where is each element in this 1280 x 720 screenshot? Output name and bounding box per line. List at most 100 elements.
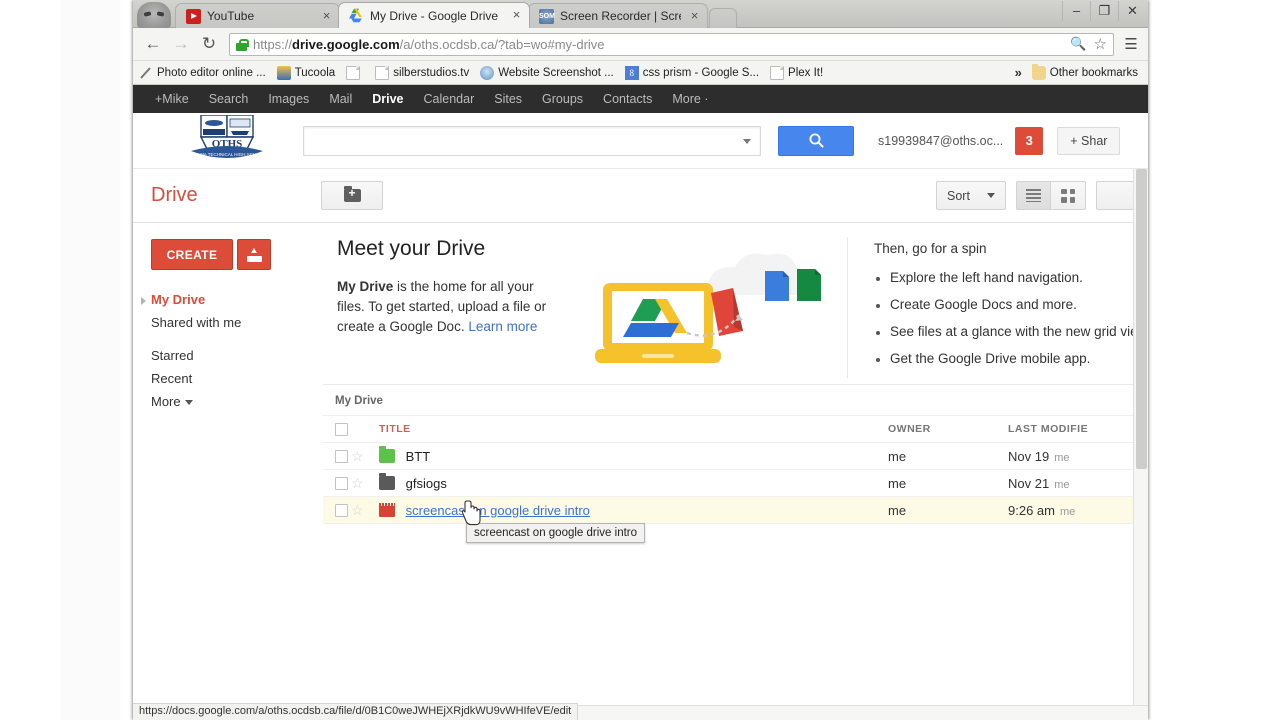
account-email[interactable]: s19939847@oths.oc...: [878, 134, 1003, 148]
star-icon[interactable]: ☆: [351, 475, 364, 491]
google-services-bar: +Mike Search Images Mail Drive Calendar …: [133, 85, 1148, 113]
close-icon[interactable]: ×: [320, 9, 333, 23]
bookmark-tucoola[interactable]: Tucoola: [276, 65, 335, 80]
sidebar-item-starred[interactable]: Starred: [151, 344, 323, 367]
create-button[interactable]: CREATE: [151, 239, 233, 270]
url-domain: drive.google.com: [292, 36, 400, 52]
settings-button[interactable]: [1096, 181, 1136, 210]
row-checkbox[interactable]: [335, 449, 348, 463]
gbar-item-more[interactable]: More ·: [672, 92, 708, 106]
drive-main-column: Meet your Drive My Drive is the home for…: [323, 223, 1148, 720]
page-scrollbar[interactable]: [1133, 169, 1148, 720]
gbar-item-sites[interactable]: Sites: [494, 92, 522, 106]
maximize-button[interactable]: ❐: [1090, 1, 1118, 21]
search-button[interactable]: [778, 125, 854, 156]
back-button[interactable]: ←: [139, 34, 167, 54]
browser-tab-my-drive[interactable]: My Drive - Google Drive ×: [338, 2, 530, 28]
bookmark-unnamed[interactable]: [346, 65, 364, 80]
share-button[interactable]: + Shar: [1057, 126, 1121, 155]
reload-button[interactable]: ↻: [195, 34, 223, 54]
star-icon[interactable]: ☆: [351, 448, 364, 464]
sidebar-divider-gap: [151, 334, 323, 344]
browser-tab-screen-recorder[interactable]: SOM Screen Recorder | Screenc ×: [528, 3, 708, 28]
file-name[interactable]: screencast on google drive intro: [406, 503, 590, 518]
youtube-icon: [186, 8, 201, 24]
bookmark-website-screenshot[interactable]: Website Screenshot ...: [480, 65, 614, 80]
column-header-last-modified[interactable]: LAST MODIFIE: [1008, 416, 1148, 443]
bookmark-star-icon[interactable]: ☆: [1094, 35, 1107, 53]
star-header: [351, 416, 379, 443]
gbar-item-plus-mike[interactable]: +Mike: [155, 92, 189, 106]
close-window-button[interactable]: ✕: [1118, 1, 1146, 21]
file-name-tooltip: screencast on google drive intro: [466, 523, 646, 543]
sidebar-item-recent[interactable]: Recent: [151, 367, 323, 390]
bookmark-other-bookmarks[interactable]: Other bookmarks: [1031, 63, 1138, 80]
table-row[interactable]: ☆ BTT me Nov 19 me: [323, 443, 1148, 470]
grid-view-icon: [1061, 188, 1075, 203]
folder-icon: [1031, 63, 1046, 80]
table-row[interactable]: ☆ gfsiogs me Nov 21 me: [323, 470, 1148, 497]
tucoola-icon: [276, 65, 291, 80]
star-icon[interactable]: ☆: [351, 502, 364, 518]
close-icon[interactable]: ×: [688, 9, 701, 23]
new-folder-button[interactable]: [321, 181, 383, 210]
column-header-title[interactable]: TITLE: [379, 416, 888, 443]
create-row: CREATE: [151, 239, 323, 270]
search-input[interactable]: [303, 125, 761, 156]
bookmark-css-prism[interactable]: 8 css prism - Google S...: [624, 65, 760, 80]
row-checkbox-cell: [323, 443, 351, 470]
close-icon[interactable]: ×: [510, 8, 523, 22]
promo-bullet-list: Explore the left hand navigation. Create…: [874, 270, 1148, 366]
bookmark-plex-it[interactable]: Plex It!: [770, 65, 824, 80]
gbar-item-drive[interactable]: Drive: [372, 92, 403, 106]
file-table: TITLE OWNER LAST MODIFIE ☆ BTT me Nov 19…: [323, 415, 1148, 524]
new-tab-button[interactable]: [709, 8, 737, 28]
gbar-item-contacts[interactable]: Contacts: [603, 92, 652, 106]
file-name[interactable]: gfsiogs: [406, 476, 447, 491]
row-checkbox[interactable]: [335, 503, 348, 517]
gbar-item-images[interactable]: Images: [268, 92, 309, 106]
sidebar-item-my-drive[interactable]: My Drive: [141, 288, 323, 311]
bookmark-label: Plex It!: [788, 66, 824, 79]
bookmark-label: css prism - Google S...: [642, 66, 760, 79]
bookmark-label: Website Screenshot ...: [498, 66, 614, 79]
grid-view-button[interactable]: [1051, 181, 1086, 210]
gbar-item-calendar[interactable]: Calendar: [424, 92, 475, 106]
sidebar-item-shared-with-me[interactable]: Shared with me: [151, 311, 323, 334]
row-checkbox[interactable]: [335, 476, 348, 490]
sort-dropdown[interactable]: Sort: [936, 181, 1006, 210]
zoom-icon[interactable]: 🔍: [1070, 36, 1086, 52]
file-name[interactable]: BTT: [406, 449, 431, 464]
learn-more-link[interactable]: Learn more: [468, 319, 537, 334]
sidebar-item-label: More: [151, 394, 181, 409]
chrome-menu-icon[interactable]: ☰: [1120, 35, 1142, 53]
address-bar[interactable]: https://drive.google.com/a/oths.ocdsb.ca…: [229, 32, 1114, 56]
list-view-button[interactable]: [1016, 181, 1051, 210]
svg-text:OTTAWA TECHNICAL HIGH SCHOOL: OTTAWA TECHNICAL HIGH SCHOOL: [188, 152, 266, 157]
forward-button[interactable]: →: [167, 34, 195, 54]
gbar-item-search[interactable]: Search: [209, 92, 249, 106]
scrollbar-thumb[interactable]: [1136, 169, 1147, 469]
column-header-owner[interactable]: OWNER: [888, 416, 1008, 443]
status-bar-url: https://docs.google.com/a/oths.ocdsb.ca/…: [133, 703, 579, 720]
bookmarks-bar: Photo editor online ... Tucoola silberst…: [133, 61, 1148, 85]
browser-tab-youtube[interactable]: YouTube ×: [175, 3, 340, 28]
view-toggle-group: [1016, 181, 1086, 210]
upload-button[interactable]: [237, 239, 271, 270]
select-all-checkbox[interactable]: [335, 422, 348, 436]
gbar-item-groups[interactable]: Groups: [542, 92, 583, 106]
table-row[interactable]: ☆ screencast on google drive intro me 9:…: [323, 496, 1148, 524]
sidebar-item-more[interactable]: More: [151, 390, 323, 413]
list-item: Explore the left hand navigation.: [874, 270, 1148, 285]
notification-badge[interactable]: 3: [1015, 126, 1044, 155]
bookmark-silberstudios[interactable]: silberstudios.tv: [375, 65, 469, 80]
minimize-button[interactable]: –: [1062, 1, 1090, 21]
bookmarks-overflow-icon[interactable]: »: [1015, 65, 1022, 80]
google-drive-illustration: [587, 243, 847, 383]
browser-window: YouTube × My Drive - Google Drive × SOM …: [133, 0, 1148, 720]
new-folder-icon: [343, 186, 361, 202]
bookmark-photo-editor[interactable]: Photo editor online ...: [139, 66, 266, 80]
select-all-header: [323, 416, 351, 443]
gbar-item-mail[interactable]: Mail: [329, 92, 352, 106]
chevron-down-icon[interactable]: [743, 138, 751, 144]
